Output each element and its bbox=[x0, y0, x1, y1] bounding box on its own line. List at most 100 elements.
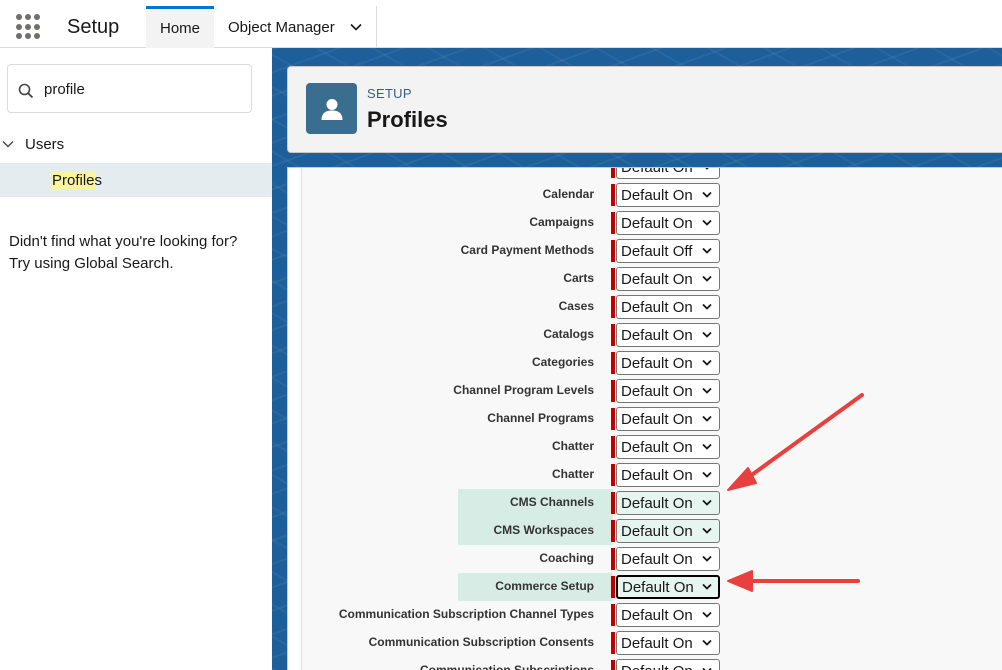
setting-row: Card Payment Methods Default OnDefault Of… bbox=[302, 237, 1002, 265]
setting-row: Coaching Default OnDefault OffTab Hidden bbox=[302, 545, 1002, 573]
setting-row: Calendar Default OnDefault OffTab Hidden bbox=[302, 181, 1002, 209]
tree-node-users-label: Users bbox=[25, 135, 65, 153]
tab-visibility-select[interactable]: Default OnDefault OffTab Hidden bbox=[616, 183, 720, 207]
setting-row: Communication Subscriptions Default OnDef… bbox=[302, 657, 1002, 670]
setting-label: Carts bbox=[563, 271, 594, 285]
setting-row: Communication Subscription Consents Defau… bbox=[302, 629, 1002, 657]
setting-row: Categories Default OnDefault OffTab Hidde… bbox=[302, 349, 1002, 377]
setting-row: Channel Program Levels Default OnDefault … bbox=[302, 377, 1002, 405]
tab-visibility-select[interactable]: Default OnDefault OffTab Hidden bbox=[616, 323, 720, 347]
required-indicator bbox=[611, 352, 615, 374]
setting-label: Categories bbox=[531, 355, 594, 369]
tab-object-manager[interactable]: Object Manager bbox=[214, 6, 377, 48]
required-indicator bbox=[611, 324, 615, 346]
required-indicator bbox=[611, 548, 615, 570]
app-launcher-icon[interactable] bbox=[16, 14, 42, 40]
setting-row: Campaigns Default OnDefault OffTab Hidden bbox=[302, 209, 1002, 237]
setting-row: Chatter Default OnDefault OffTab Hidden bbox=[302, 461, 1002, 489]
global-header: Setup Home Object Manager bbox=[0, 0, 1002, 48]
required-indicator bbox=[611, 168, 615, 178]
setting-label: Communication Subscription Channel Types bbox=[338, 607, 594, 621]
required-indicator bbox=[611, 464, 615, 486]
tab-visibility-select[interactable]: Default OnDefault OffTab Hidden bbox=[616, 351, 720, 375]
chevron-down-icon[interactable] bbox=[349, 20, 363, 34]
page-header: SETUP Profiles bbox=[287, 66, 1002, 153]
required-indicator bbox=[611, 604, 615, 626]
tab-visibility-select[interactable]: Default OnDefault OffTab Hidden bbox=[616, 519, 720, 543]
app-name: Setup bbox=[67, 16, 120, 38]
setup-sidebar: Users Profiles Didn't find what you're l… bbox=[0, 48, 272, 670]
setting-row: Chatter Default OnDefault OffTab Hidden bbox=[302, 433, 1002, 461]
required-indicator bbox=[611, 632, 615, 654]
required-indicator bbox=[611, 268, 615, 290]
setting-row: Channel Programs Default OnDefault OffTab… bbox=[302, 405, 1002, 433]
user-profile-icon bbox=[306, 83, 357, 134]
setting-label: Cases bbox=[558, 299, 594, 313]
tab-visibility-select[interactable]: Default OnDefault OffTab Hidden bbox=[616, 603, 720, 627]
setting-label: Channel Program Levels bbox=[453, 383, 594, 397]
setting-label: Chatter bbox=[551, 467, 594, 481]
tab-visibility-select[interactable]: Default OnDefault OffTab Hidden bbox=[616, 547, 720, 571]
tree-node-profiles[interactable]: Profile s bbox=[0, 163, 272, 197]
setting-label: Communication Subscription Consents bbox=[368, 635, 594, 649]
setting-row: Default OnDefault OffTab Hidden bbox=[302, 168, 1002, 181]
tab-visibility-select[interactable]: Default OnDefault OffTab Hidden bbox=[616, 631, 720, 655]
setting-label: Commerce Setup bbox=[495, 579, 594, 593]
required-indicator bbox=[611, 660, 615, 670]
tab-visibility-select[interactable]: Default OnDefault OffTab Hidden bbox=[616, 659, 720, 670]
tab-visibility-select[interactable]: Default OnDefault OffTab Hidden bbox=[616, 575, 720, 599]
hint-line-2: Try using Global Search. bbox=[9, 255, 174, 272]
setting-label: CMS Workspaces bbox=[493, 523, 594, 537]
setting-label: Campaigns bbox=[529, 215, 594, 229]
tab-object-manager-label: Object Manager bbox=[228, 18, 335, 36]
global-search-hint: Didn't find what you're looking for? Try… bbox=[9, 231, 269, 275]
required-indicator bbox=[611, 212, 615, 234]
required-indicator bbox=[611, 520, 615, 542]
setting-label: Chatter bbox=[551, 439, 594, 453]
breadcrumb: SETUP bbox=[367, 86, 412, 101]
tree-node-users[interactable]: Users bbox=[0, 132, 64, 156]
setting-label: Coaching bbox=[539, 551, 594, 565]
tab-visibility-select[interactable]: Default OnDefault OffTab Hidden bbox=[616, 379, 720, 403]
required-indicator bbox=[611, 492, 615, 514]
chevron-down-icon[interactable] bbox=[1, 137, 15, 151]
quick-find-box bbox=[7, 64, 252, 113]
setting-row: Commerce Setup Default OnDefault OffTab H… bbox=[302, 573, 1002, 601]
setting-row: Carts Default OnDefault OffTab Hidden bbox=[302, 265, 1002, 293]
required-indicator bbox=[611, 296, 615, 318]
required-indicator bbox=[611, 408, 615, 430]
tab-visibility-select[interactable]: Default OnDefault OffTab Hidden bbox=[616, 463, 720, 487]
tab-settings-panel: Default OnDefault OffTab Hidden Calendar D… bbox=[287, 167, 1002, 670]
tree-node-profiles-rest: s bbox=[94, 171, 103, 189]
setting-label: Card Payment Methods bbox=[460, 243, 594, 257]
required-indicator bbox=[611, 240, 615, 262]
tab-visibility-select[interactable]: Default OnDefault OffTab Hidden bbox=[616, 168, 720, 179]
page-title: Profiles bbox=[367, 107, 448, 132]
setting-row: Cases Default OnDefault OffTab Hidden bbox=[302, 293, 1002, 321]
tab-visibility-select[interactable]: Default OnDefault OffTab Hidden bbox=[616, 407, 720, 431]
tab-settings-list: Default OnDefault OffTab Hidden Calendar D… bbox=[301, 168, 1002, 670]
setting-label: Catalogs bbox=[543, 327, 594, 341]
search-icon bbox=[18, 83, 34, 99]
quick-find-input[interactable] bbox=[44, 77, 244, 101]
hint-line-1: Didn't find what you're looking for? bbox=[9, 233, 238, 250]
tab-visibility-select[interactable]: Default OnDefault OffTab Hidden bbox=[616, 239, 720, 263]
required-indicator bbox=[611, 184, 615, 206]
setting-row: CMS Channels Default OnDefault OffTab Hid… bbox=[302, 489, 1002, 517]
setting-label: Communication Subscriptions bbox=[419, 663, 594, 670]
setting-label: CMS Channels bbox=[509, 495, 594, 509]
tab-visibility-select[interactable]: Default OnDefault OffTab Hidden bbox=[616, 211, 720, 235]
required-indicator bbox=[611, 576, 615, 598]
tab-visibility-select[interactable]: Default OnDefault OffTab Hidden bbox=[616, 295, 720, 319]
setting-row: CMS Workspaces Default OnDefault OffTab H… bbox=[302, 517, 1002, 545]
setting-row: Communication Subscription Channel Types… bbox=[302, 601, 1002, 629]
tab-visibility-select[interactable]: Default OnDefault OffTab Hidden bbox=[616, 435, 720, 459]
setting-label: Calendar bbox=[542, 187, 594, 201]
required-indicator bbox=[611, 436, 615, 458]
tab-home[interactable]: Home bbox=[146, 6, 214, 48]
tab-visibility-select[interactable]: Default OnDefault OffTab Hidden bbox=[616, 267, 720, 291]
setting-row: Catalogs Default OnDefault OffTab Hidden bbox=[302, 321, 1002, 349]
search-match-highlight: Profile bbox=[52, 171, 95, 189]
tab-visibility-select[interactable]: Default OnDefault OffTab Hidden bbox=[616, 491, 720, 515]
required-indicator bbox=[611, 380, 615, 402]
